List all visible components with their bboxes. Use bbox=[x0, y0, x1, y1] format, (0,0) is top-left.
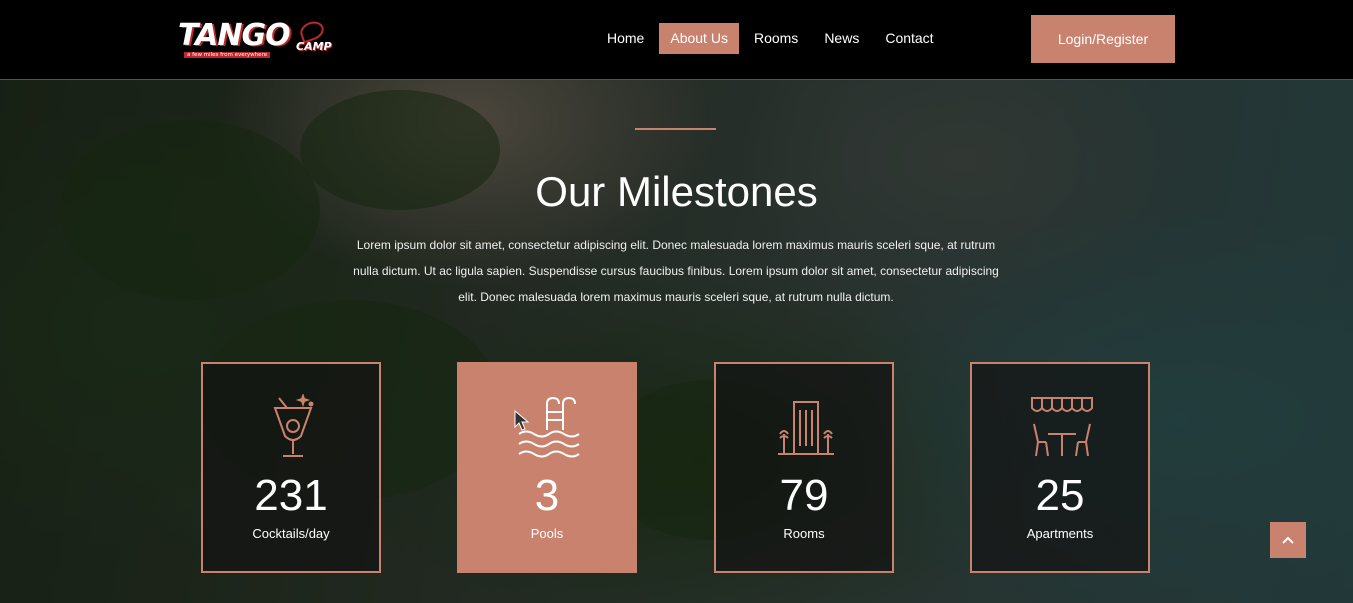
mouse-cursor-icon bbox=[514, 410, 530, 431]
milestone-label: Rooms bbox=[783, 526, 825, 541]
logo-tagline: a few miles from everywhere bbox=[184, 52, 271, 58]
chevron-up-icon bbox=[1282, 536, 1294, 544]
milestone-label: Pools bbox=[530, 526, 564, 541]
logo-sub: CAMP bbox=[296, 40, 332, 53]
main-nav: Home About Us Rooms News Contact bbox=[596, 23, 945, 54]
scroll-to-top-button[interactable] bbox=[1270, 522, 1306, 558]
section-description: Lorem ipsum dolor sit amet, consectetur … bbox=[353, 238, 999, 304]
cocktail-icon bbox=[261, 392, 325, 460]
milestone-number: 231 bbox=[254, 471, 328, 520]
milestone-card-rooms: 79 Rooms bbox=[714, 362, 894, 573]
site-header: TANGO CAMP a few miles from everywhere H… bbox=[0, 0, 1353, 80]
milestone-number: 25 bbox=[1035, 471, 1085, 520]
logo-wordmark: TANGO bbox=[178, 18, 291, 53]
nav-contact[interactable]: Contact bbox=[874, 23, 944, 54]
milestone-card-cocktails: 231 Cocktails/day bbox=[201, 362, 381, 573]
nav-about-us[interactable]: About Us bbox=[659, 23, 739, 54]
milestone-label: Apartments bbox=[1026, 526, 1094, 541]
milestone-number: 79 bbox=[779, 471, 829, 520]
nav-rooms[interactable]: Rooms bbox=[743, 23, 809, 54]
milestone-number: 3 bbox=[534, 471, 560, 520]
site-logo[interactable]: TANGO CAMP a few miles from everywhere bbox=[176, 18, 336, 62]
milestone-card-pools: 3 Pools bbox=[457, 362, 637, 573]
milestone-label: Cocktails/day bbox=[252, 526, 330, 541]
nav-news[interactable]: News bbox=[813, 23, 870, 54]
section-title: Our Milestones bbox=[535, 168, 818, 215]
hotel-building-icon bbox=[774, 394, 838, 460]
nav-home[interactable]: Home bbox=[596, 23, 655, 54]
cafe-table-icon bbox=[1030, 394, 1094, 460]
login-register-button[interactable]: Login/Register bbox=[1031, 15, 1175, 63]
milestone-card-apartments: 25 Apartments bbox=[970, 362, 1150, 573]
section-divider bbox=[635, 128, 716, 130]
